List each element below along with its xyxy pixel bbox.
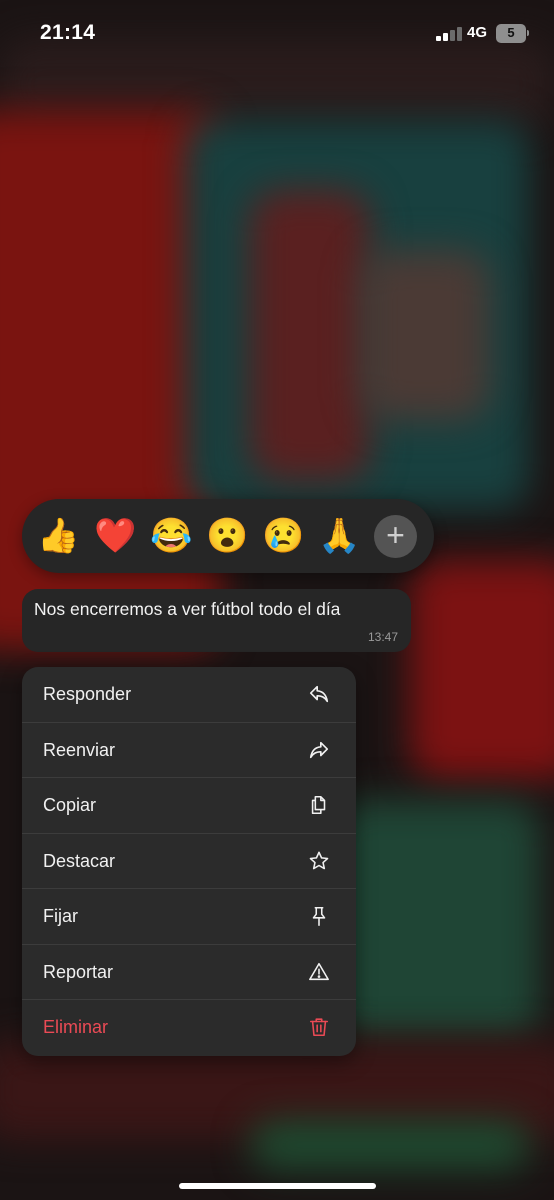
context-menu: Responder Reenviar Copiar Destacar Fijar <box>22 667 356 1056</box>
warning-icon <box>309 962 329 980</box>
reaction-pray[interactable]: 🙏 <box>318 515 360 557</box>
menu-item-label: Responder <box>43 684 132 704</box>
forward-icon <box>309 741 329 758</box>
menu-item-forward[interactable]: Reenviar <box>22 723 356 778</box>
battery-icon: 5 <box>496 24 529 43</box>
reaction-crying[interactable]: 😢 <box>262 515 304 557</box>
menu-item-pin[interactable]: Fijar <box>22 889 356 945</box>
status-time: 21:14 <box>40 21 96 44</box>
pin-icon <box>312 906 326 926</box>
reaction-heart[interactable]: ❤️ <box>94 515 136 557</box>
home-indicator[interactable] <box>179 1183 376 1189</box>
message-text: Nos encerremos a ver fútbol todo el día <box>34 599 341 619</box>
menu-item-label: Eliminar <box>43 1017 109 1037</box>
reaction-laughing[interactable]: 😂 <box>150 515 192 557</box>
message-timestamp: 13:47 <box>367 630 398 644</box>
copy-icon <box>311 795 326 815</box>
network-type: 4G <box>467 24 488 41</box>
menu-item-star[interactable]: Destacar <box>22 834 356 889</box>
menu-item-label: Copiar <box>43 795 97 815</box>
reply-icon <box>309 685 329 703</box>
message-bubble[interactable]: Nos encerremos a ver fútbol todo el día … <box>22 589 411 652</box>
menu-item-label: Destacar <box>43 850 116 871</box>
reaction-surprised[interactable]: 😮 <box>206 515 248 557</box>
trash-icon <box>309 1018 329 1037</box>
status-bar: 21:14 4G 5 <box>0 0 554 66</box>
signal-icon <box>436 27 464 41</box>
reaction-bar: 👍 ❤️ 😂 😮 😢 🙏 + <box>22 499 434 573</box>
more-reactions-button[interactable]: + <box>374 515 417 558</box>
reaction-thumbs-up[interactable]: 👍 <box>37 515 79 557</box>
menu-item-label: Reenviar <box>43 739 116 760</box>
menu-item-label: Reportar <box>43 961 114 982</box>
menu-item-label: Fijar <box>43 906 78 926</box>
menu-item-copy[interactable]: Copiar <box>22 778 356 834</box>
star-icon <box>309 851 329 869</box>
menu-item-delete[interactable]: Eliminar <box>22 1000 356 1056</box>
menu-item-report[interactable]: Reportar <box>22 945 356 1000</box>
menu-item-reply[interactable]: Responder <box>22 667 356 723</box>
